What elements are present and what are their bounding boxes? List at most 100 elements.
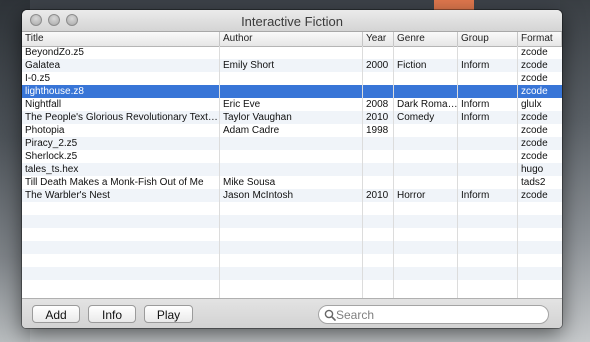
- cell-format: zcode: [521, 112, 548, 123]
- cell-group: [458, 176, 518, 189]
- table-row[interactable]: Sherlock.z5 zcode: [22, 150, 562, 163]
- cell-format: zcode: [521, 73, 548, 84]
- empty-table-row: [22, 202, 562, 215]
- bottom-toolbar: Add Info Play: [22, 298, 562, 328]
- desktop-background-right: [560, 0, 590, 342]
- cell-format: zcode: [521, 86, 548, 97]
- cell-year: 1998: [366, 125, 389, 136]
- column-header-genre[interactable]: Genre: [394, 32, 458, 46]
- cell-title: tales_ts.hex: [25, 164, 79, 175]
- empty-table-row: [22, 254, 562, 267]
- cell-group: [458, 46, 518, 59]
- cell-author: [220, 46, 363, 59]
- column-header-author[interactable]: Author: [220, 32, 363, 46]
- cell-group: Inform: [461, 99, 490, 110]
- table-row[interactable]: Piracy_2.z5 zcode: [22, 137, 562, 150]
- add-button[interactable]: Add: [32, 305, 80, 323]
- cell-group: [458, 150, 518, 163]
- cell-author: [220, 150, 363, 163]
- title-bar[interactable]: Interactive Fiction: [22, 10, 562, 32]
- cell-year: [363, 46, 394, 59]
- cell-genre: [394, 137, 458, 150]
- cell-format: zcode: [521, 138, 548, 149]
- cell-genre: Horror: [397, 190, 426, 201]
- cell-author: [220, 163, 363, 176]
- cell-year: 2010: [366, 190, 389, 201]
- search-field[interactable]: [318, 305, 549, 324]
- cell-group: Inform: [461, 60, 490, 71]
- empty-table-row: [22, 215, 562, 228]
- cell-title: Sherlock.z5: [25, 151, 78, 162]
- cell-author: Eric Eve: [223, 99, 261, 110]
- cell-year: [363, 72, 394, 85]
- table-header: Title Author Year Genre Group Format: [22, 32, 562, 47]
- cell-author: Emily Short: [223, 60, 275, 71]
- column-header-title[interactable]: Title: [22, 32, 220, 46]
- cell-year: 2000: [366, 60, 389, 71]
- cell-author: Mike Sousa: [223, 177, 276, 188]
- cell-genre: Fiction: [397, 60, 427, 71]
- cell-title: BeyondZo.z5: [25, 47, 84, 58]
- cell-title: Photopia: [25, 125, 65, 136]
- cell-group: [458, 72, 518, 85]
- cell-year: 2010: [366, 112, 389, 123]
- cell-group: [458, 85, 518, 98]
- column-divider: [219, 46, 220, 298]
- table-row[interactable]: The Warbler's Nest Jason McIntosh 2010 Horr…: [22, 189, 562, 202]
- cell-title: I-0.z5: [25, 73, 51, 84]
- cell-title: Till Death Makes a Monk-Fish Out of Me: [25, 177, 204, 188]
- cell-year: [363, 85, 394, 98]
- cell-title: lighthouse.z8: [25, 86, 84, 97]
- search-icon: [324, 309, 336, 321]
- table-row[interactable]: BeyondZo.z5 zcode: [22, 46, 562, 59]
- table-row[interactable]: I-0.z5 zcode: [22, 72, 562, 85]
- cell-format: zcode: [521, 60, 548, 71]
- cell-year: [363, 176, 394, 189]
- empty-table-row: [22, 228, 562, 241]
- cell-author: [220, 72, 363, 85]
- cell-format: zcode: [521, 47, 548, 58]
- cell-title: Nightfall: [25, 99, 62, 110]
- empty-table-row: [22, 280, 562, 293]
- cell-title: The Warbler's Nest: [25, 190, 110, 201]
- cell-format: glulx: [521, 99, 542, 110]
- table-row[interactable]: The People's Glorious Revolutionary Text…: [22, 111, 562, 124]
- cell-genre: [394, 85, 458, 98]
- cell-format: zcode: [521, 190, 548, 201]
- column-header-year[interactable]: Year: [363, 32, 394, 46]
- cell-year: [363, 137, 394, 150]
- cell-format: tads2: [521, 177, 546, 188]
- cell-group: [458, 163, 518, 176]
- cell-title: The People's Glorious Revolutionary Text…: [25, 112, 218, 123]
- table-row[interactable]: Photopia Adam Cadre 1998 zcode: [22, 124, 562, 137]
- cell-year: 2008: [366, 99, 389, 110]
- play-button[interactable]: Play: [144, 305, 193, 323]
- cell-author: Taylor Vaughan: [223, 112, 292, 123]
- column-divider: [517, 46, 518, 298]
- cell-group: Inform: [461, 112, 490, 123]
- cell-genre: [394, 46, 458, 59]
- cell-author: [220, 137, 363, 150]
- main-window: Interactive Fiction Title Author Year Genre…: [22, 10, 562, 328]
- empty-table-row: [22, 267, 562, 280]
- column-header-group[interactable]: Group: [458, 32, 518, 46]
- cell-genre: [394, 150, 458, 163]
- cell-genre: [394, 163, 458, 176]
- table-row[interactable]: tales_ts.hex hugo: [22, 163, 562, 176]
- cell-author: Jason McIntosh: [223, 190, 294, 201]
- column-header-format[interactable]: Format: [518, 32, 562, 46]
- cell-format: hugo: [521, 164, 544, 175]
- cell-title: Piracy_2.z5: [25, 138, 78, 149]
- table-row[interactable]: Till Death Makes a Monk-Fish Out of Me Mi…: [22, 176, 562, 189]
- cell-genre: [394, 124, 458, 137]
- cell-genre: [394, 72, 458, 85]
- cell-title: Galatea: [25, 60, 61, 71]
- empty-table-row: [22, 241, 562, 254]
- cell-genre: [394, 176, 458, 189]
- table-row[interactable]: lighthouse.z8 zcode: [22, 85, 562, 98]
- cell-group: [458, 124, 518, 137]
- table-row[interactable]: Nightfall Eric Eve 2008 Dark Roma… Inform glu…: [22, 98, 562, 111]
- search-input[interactable]: [336, 307, 541, 322]
- info-button[interactable]: Info: [88, 305, 136, 323]
- table-row[interactable]: Galatea Emily Short 2000 Fiction Inform zcode: [22, 59, 562, 72]
